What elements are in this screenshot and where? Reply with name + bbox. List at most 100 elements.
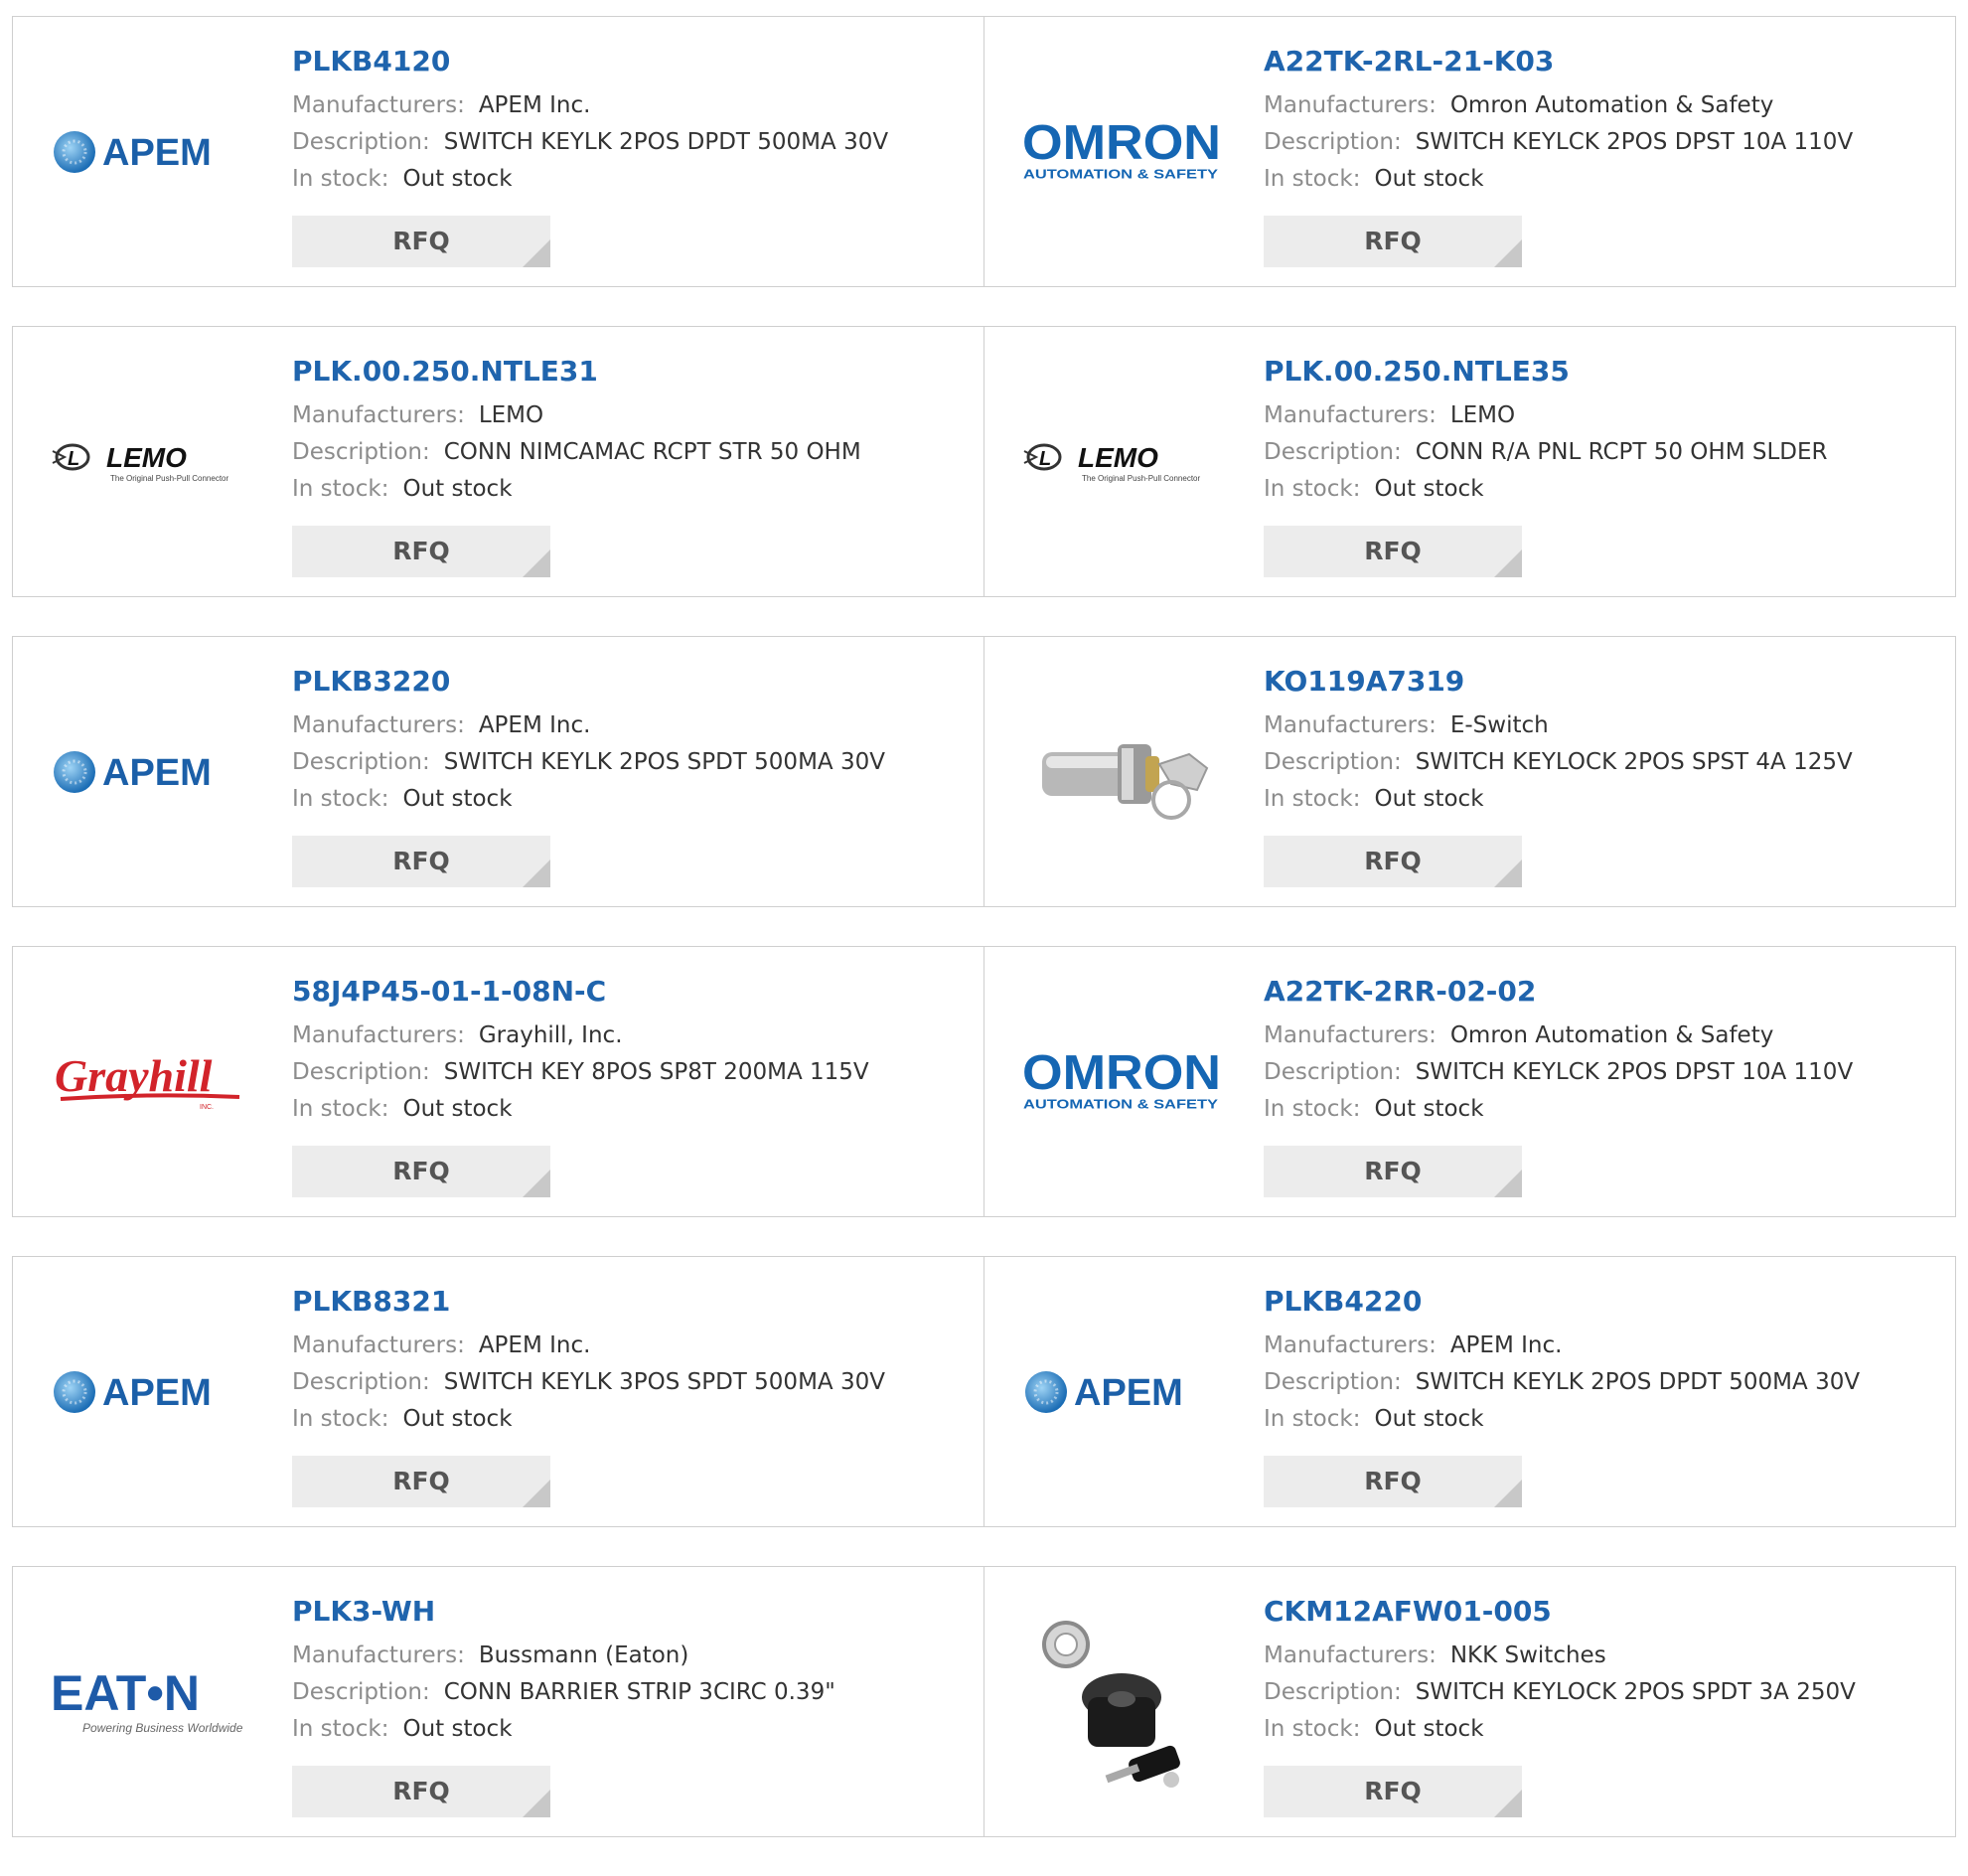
rfq-label: RFQ bbox=[392, 1777, 450, 1805]
stock-row: In stock: Out stock bbox=[1264, 1401, 1935, 1438]
description-label: Description: bbox=[1264, 749, 1402, 775]
rfq-button[interactable]: RFQ bbox=[1264, 526, 1522, 577]
svg-text:LEMO: LEMO bbox=[1078, 442, 1158, 473]
manufacturer-logo[interactable]: L LEMO The Original Push-Pull Connector bbox=[1022, 363, 1221, 561]
description-row: Description: SWITCH KEYLK 2POS SPDT 500MA… bbox=[292, 744, 964, 781]
product-card: APEM PLKB8321 Manufacturers: APEM Inc. Desc… bbox=[12, 1256, 984, 1527]
description-value: CONN R/A PNL RCPT 50 OHM SLDER bbox=[1415, 439, 1828, 465]
manufacturer-logo[interactable]: APEM bbox=[51, 53, 249, 251]
description-label: Description: bbox=[292, 749, 430, 775]
manufacturer-logo[interactable]: APEM bbox=[51, 1293, 249, 1491]
rfq-button[interactable]: RFQ bbox=[1264, 836, 1522, 887]
product-info: A22TK-2RL-21-K03 Manufacturers: Omron Auto… bbox=[1264, 45, 1935, 198]
stock-row: In stock: Out stock bbox=[1264, 471, 1935, 508]
part-number-link[interactable]: PLKB4220 bbox=[1264, 1285, 1935, 1319]
description-value: SWITCH KEYLK 2POS SPDT 500MA 30V bbox=[443, 749, 885, 775]
svg-text:APEM: APEM bbox=[102, 1372, 212, 1414]
manufacturer-row: Manufacturers: E-Switch bbox=[1264, 707, 1935, 744]
description-label: Description: bbox=[1264, 1059, 1402, 1085]
rfq-button[interactable]: RFQ bbox=[1264, 1766, 1522, 1817]
description-row: Description: CONN NIMCAMAC RCPT STR 50 OH… bbox=[292, 434, 964, 471]
product-card: KO119A7319 Manufacturers: E-Switch Descript… bbox=[984, 636, 1956, 907]
manufacturer-logo[interactable] bbox=[1022, 673, 1221, 871]
stock-label: In stock: bbox=[292, 166, 389, 192]
description-label: Description: bbox=[292, 1679, 430, 1705]
product-info: KO119A7319 Manufacturers: E-Switch Descript… bbox=[1264, 665, 1935, 818]
stock-row: In stock: Out stock bbox=[292, 1091, 964, 1128]
product-card: CKM12AFW01-005 Manufacturers: NKK Switches… bbox=[984, 1566, 1956, 1837]
product-card: OMRON AUTOMATION & SAFETY A22TK-2RL-21-K… bbox=[984, 16, 1956, 287]
description-value: SWITCH KEY 8POS SP8T 200MA 115V bbox=[443, 1059, 869, 1085]
svg-text:The Original Push-Pull Connect: The Original Push-Pull Connector bbox=[1082, 474, 1201, 483]
part-number-link[interactable]: PLKB8321 bbox=[292, 1285, 964, 1319]
keylock-switch-photo bbox=[1042, 1621, 1180, 1788]
description-label: Description: bbox=[1264, 1369, 1402, 1395]
manufacturer-row: Manufacturers: NKK Switches bbox=[1264, 1638, 1935, 1674]
manufacturer-label: Manufacturers: bbox=[292, 712, 465, 738]
manufacturer-label: Manufacturers: bbox=[1264, 92, 1437, 118]
product-info: 58J4P45-01-1-08N-C Manufacturers: Grayhill… bbox=[292, 975, 964, 1128]
keylock-switch-photo bbox=[1042, 744, 1209, 820]
manufacturer-label: Manufacturers: bbox=[1264, 1642, 1437, 1668]
manufacturer-label: Manufacturers: bbox=[292, 402, 465, 428]
product-card: L LEMO The Original Push-Pull Connector … bbox=[984, 326, 1956, 597]
manufacturer-logo[interactable]: Grayhill INC. bbox=[51, 983, 249, 1181]
manufacturer-logo[interactable]: L LEMO The Original Push-Pull Connector bbox=[51, 363, 249, 561]
manufacturer-value: APEM Inc. bbox=[478, 1332, 591, 1358]
description-value: CONN BARRIER STRIP 3CIRC 0.39" bbox=[443, 1679, 835, 1705]
manufacturer-value: APEM Inc. bbox=[478, 92, 591, 118]
part-number-link[interactable]: PLKB3220 bbox=[292, 665, 964, 699]
part-number-link[interactable]: A22TK-2RL-21-K03 bbox=[1264, 45, 1935, 78]
stock-label: In stock: bbox=[1264, 786, 1361, 812]
manufacturer-row: Manufacturers: APEM Inc. bbox=[292, 707, 964, 744]
stock-label: In stock: bbox=[1264, 476, 1361, 502]
part-number-link[interactable]: A22TK-2RR-02-02 bbox=[1264, 975, 1935, 1009]
corner-fold-icon bbox=[1494, 239, 1522, 267]
manufacturer-row: Manufacturers: Omron Automation & Safety bbox=[1264, 1017, 1935, 1054]
stock-row: In stock: Out stock bbox=[1264, 161, 1935, 198]
description-row: Description: SWITCH KEYLK 2POS DPDT 500MA… bbox=[1264, 1364, 1935, 1401]
description-label: Description: bbox=[292, 439, 430, 465]
part-number-link[interactable]: CKM12AFW01-005 bbox=[1264, 1595, 1935, 1629]
manufacturer-logo[interactable]: EAT•N Powering Business Worldwide bbox=[51, 1603, 249, 1801]
stock-row: In stock: Out stock bbox=[292, 471, 964, 508]
stock-value: Out stock bbox=[402, 166, 513, 192]
part-number-link[interactable]: 58J4P45-01-1-08N-C bbox=[292, 975, 964, 1009]
product-card: EAT•N Powering Business Worldwide PLK3-W… bbox=[12, 1566, 984, 1837]
rfq-button[interactable]: RFQ bbox=[1264, 1456, 1522, 1507]
part-number-link[interactable]: KO119A7319 bbox=[1264, 665, 1935, 699]
stock-row: In stock: Out stock bbox=[1264, 1091, 1935, 1128]
rfq-button[interactable]: RFQ bbox=[1264, 216, 1522, 267]
rfq-button[interactable]: RFQ bbox=[292, 1456, 550, 1507]
rfq-button[interactable]: RFQ bbox=[292, 836, 550, 887]
rfq-button[interactable]: RFQ bbox=[1264, 1146, 1522, 1197]
manufacturer-logo[interactable]: APEM bbox=[51, 673, 249, 871]
part-number-link[interactable]: PLKB4120 bbox=[292, 45, 964, 78]
stock-value: Out stock bbox=[1374, 166, 1484, 192]
product-card: APEM PLKB4220 Manufacturers: APEM Inc. Desc… bbox=[984, 1256, 1956, 1527]
manufacturer-logo[interactable]: APEM bbox=[1022, 1293, 1221, 1491]
rfq-button[interactable]: RFQ bbox=[292, 216, 550, 267]
rfq-button[interactable]: RFQ bbox=[292, 526, 550, 577]
part-number-link[interactable]: PLK3-WH bbox=[292, 1595, 964, 1629]
manufacturer-value: Grayhill, Inc. bbox=[478, 1022, 623, 1048]
product-row: APEM PLKB8321 Manufacturers: APEM Inc. Desc… bbox=[12, 1256, 1956, 1527]
part-number-link[interactable]: PLK.00.250.NTLE31 bbox=[292, 355, 964, 389]
part-number-link[interactable]: PLK.00.250.NTLE35 bbox=[1264, 355, 1935, 389]
product-info: PLKB4220 Manufacturers: APEM Inc. Descripti… bbox=[1264, 1285, 1935, 1438]
product-row: L LEMO The Original Push-Pull Connector … bbox=[12, 326, 1956, 597]
description-value: SWITCH KEYLK 3POS SPDT 500MA 30V bbox=[443, 1369, 885, 1395]
manufacturer-logo[interactable]: OMRON AUTOMATION & SAFETY bbox=[1022, 983, 1221, 1181]
description-label: Description: bbox=[1264, 129, 1402, 155]
grayhill-logo: Grayhill INC. bbox=[55, 1050, 240, 1111]
rfq-button[interactable]: RFQ bbox=[292, 1146, 550, 1197]
manufacturer-logo[interactable]: OMRON AUTOMATION & SAFETY bbox=[1022, 53, 1221, 251]
product-row: Grayhill INC. 58J4P45-01-1-08N-C Manufact… bbox=[12, 946, 1956, 1217]
rfq-button[interactable]: RFQ bbox=[292, 1766, 550, 1817]
stock-value: Out stock bbox=[402, 1716, 513, 1742]
product-info: PLKB8321 Manufacturers: APEM Inc. Descripti… bbox=[292, 1285, 964, 1438]
manufacturer-logo[interactable] bbox=[1022, 1603, 1221, 1801]
description-row: Description: CONN R/A PNL RCPT 50 OHM SLD… bbox=[1264, 434, 1935, 471]
svg-text:The Original Push-Pull Connect: The Original Push-Pull Connector bbox=[110, 474, 229, 483]
stock-label: In stock: bbox=[292, 1716, 389, 1742]
